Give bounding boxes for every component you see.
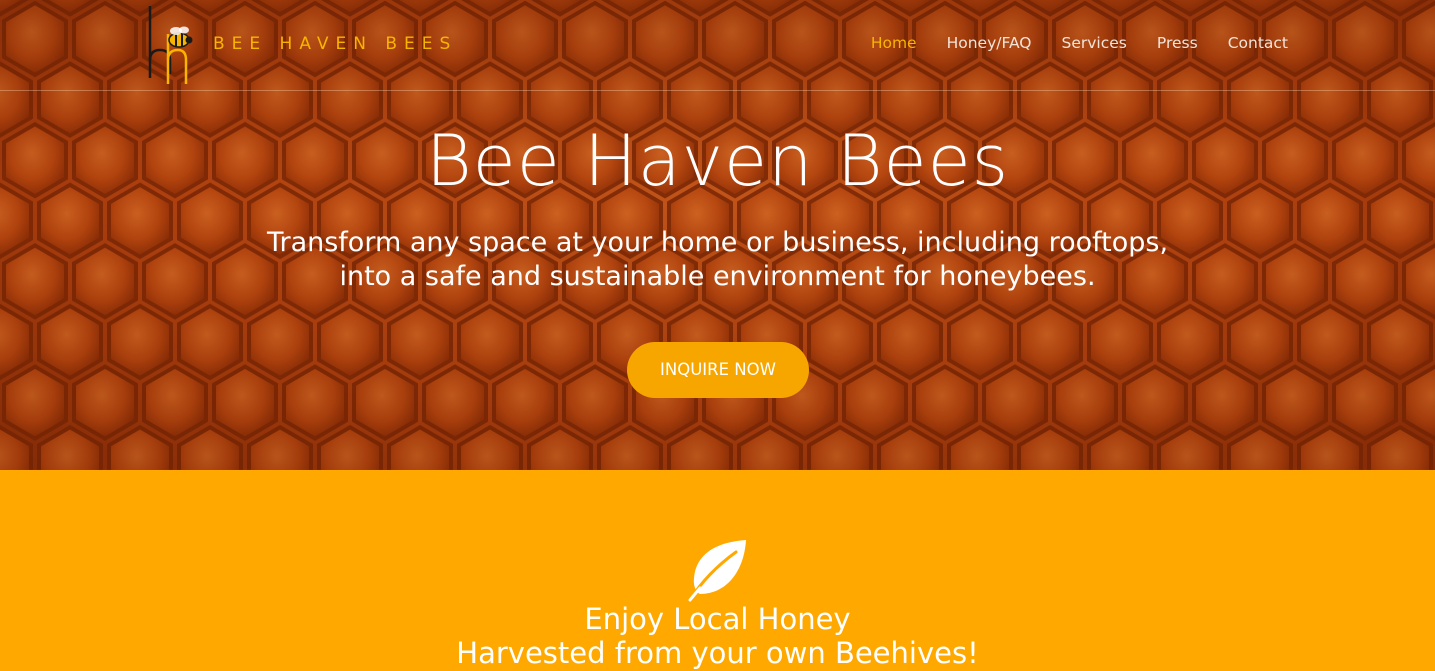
nav-item-honey-faq[interactable]: Honey/FAQ (947, 34, 1032, 52)
leaf-icon (688, 540, 746, 602)
brand-name[interactable]: BEE HAVEN BEES (213, 34, 457, 54)
feature-section: Enjoy Local Honey Harvested from your ow… (0, 470, 1435, 671)
nav-item-contact[interactable]: Contact (1228, 34, 1288, 52)
hero-subtitle: Transform any space at your home or busi… (0, 226, 1435, 294)
feature-heading-line-2: Harvested from your own Beehives! (456, 636, 979, 670)
nav-item-services[interactable]: Services (1062, 34, 1127, 52)
site-header: BEE HAVEN BEES Home Honey/FAQ Services P… (0, 0, 1435, 91)
hero-subtitle-line-1: Transform any space at your home or busi… (266, 227, 1169, 258)
hero-title: Bee Haven Bees (425, 120, 1010, 202)
nav-item-home[interactable]: Home (871, 34, 917, 52)
hero-subtitle-line-2: into a safe and sustainable environment … (339, 261, 1096, 292)
inquire-now-button[interactable]: INQUIRE NOW (627, 342, 809, 398)
feature-heading: Enjoy Local Honey Harvested from your ow… (0, 602, 1435, 670)
feature-heading-line-1: Enjoy Local Honey (584, 602, 851, 636)
main-nav: Home Honey/FAQ Services Press Contact (871, 34, 1288, 52)
nav-item-press[interactable]: Press (1157, 34, 1198, 52)
bee-monogram-logo[interactable] (146, 4, 194, 86)
hero-section: BEE HAVEN BEES Home Honey/FAQ Services P… (0, 0, 1435, 470)
